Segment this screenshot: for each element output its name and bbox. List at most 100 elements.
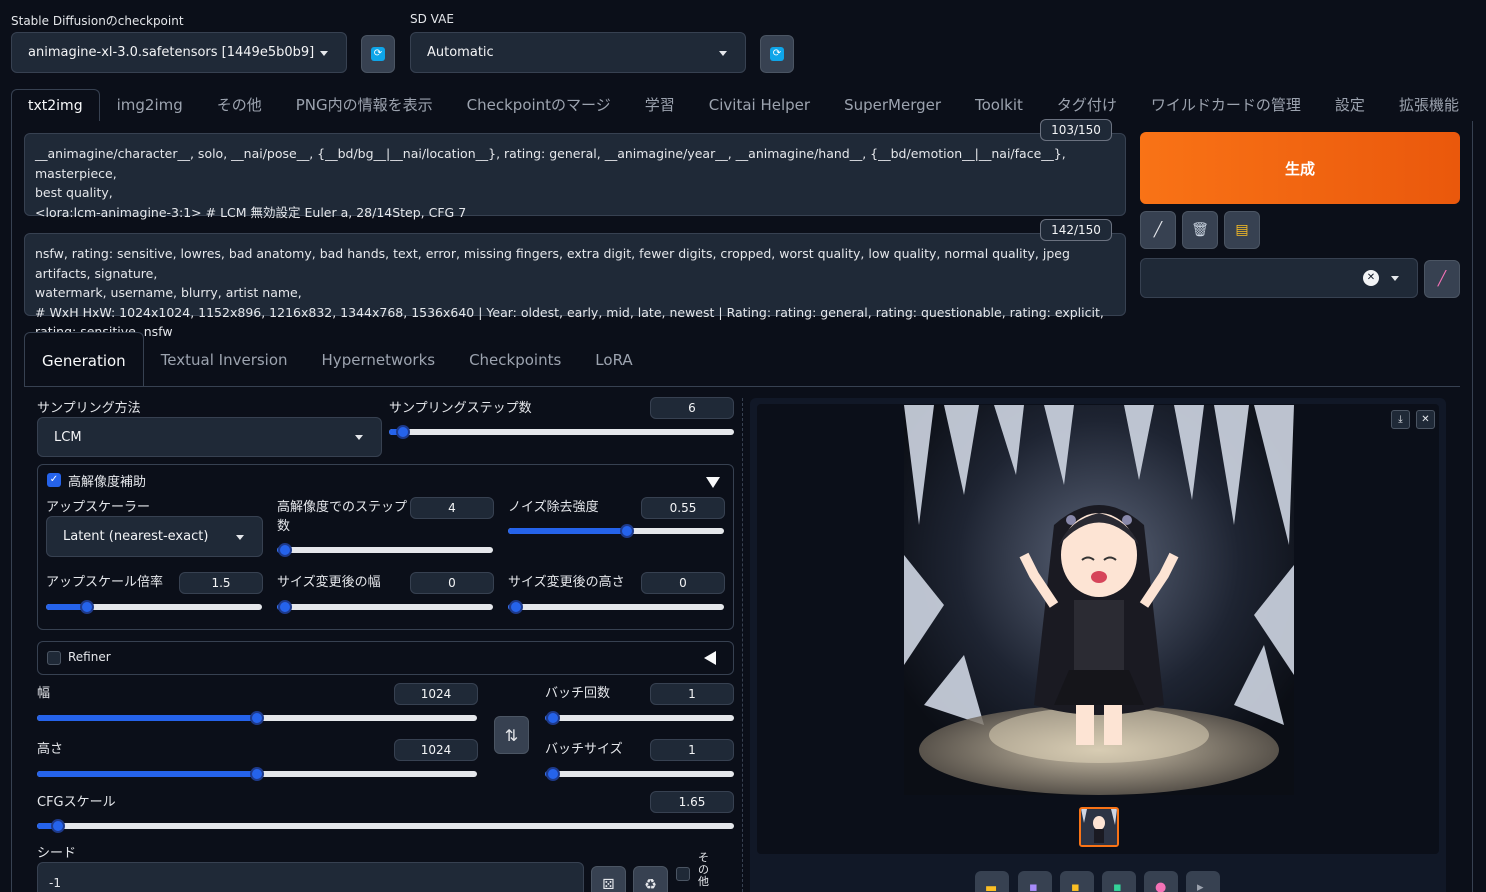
seed-value: -1 [49, 876, 61, 890]
tab-1[interactable]: img2img [100, 89, 200, 121]
refiner-label: Refiner [68, 650, 111, 664]
denoise-slider[interactable] [508, 524, 724, 538]
zip-icon: ▪ [1071, 880, 1080, 892]
subtab-1[interactable]: Textual Inversion [144, 332, 305, 386]
width-slider[interactable] [37, 711, 477, 725]
sampling-steps-input[interactable]: 6 [650, 397, 734, 419]
refiner-checkbox[interactable] [47, 651, 61, 665]
read-params-button[interactable]: ╱ [1140, 211, 1176, 249]
extra-seed-checkbox[interactable] [676, 867, 690, 881]
subtab-2[interactable]: Hypernetworks [305, 332, 453, 386]
thumbnail[interactable] [1079, 807, 1119, 847]
close-icon[interactable]: ✕ [1416, 410, 1435, 429]
send-to-extras-button[interactable]: ▸ [1186, 871, 1220, 892]
clear-prompt-button[interactable]: 🗑 [1182, 211, 1218, 249]
resize-height-label: サイズ変更後の高さ [508, 575, 625, 590]
denoise-label: ノイズ除去強度 [508, 500, 599, 515]
chevron-down-icon [320, 50, 328, 56]
arrow-icon: ▸ [1197, 880, 1204, 892]
resize-width-label: サイズ変更後の幅 [277, 575, 381, 590]
batch-size-slider[interactable] [545, 767, 734, 781]
cfg-scale-label: CFGスケール [37, 795, 116, 810]
pencil-icon: ╱ [1153, 222, 1163, 238]
zip-button[interactable]: ▪ [1060, 871, 1094, 892]
swap-dimensions-button[interactable]: ⇅ [494, 716, 529, 754]
tab-11[interactable]: 設定 [1318, 89, 1382, 121]
sampling-steps-slider[interactable] [389, 425, 734, 439]
generate-button[interactable]: 生成 [1140, 132, 1460, 204]
upscale-factor-slider[interactable] [46, 600, 262, 614]
seed-label: シード [37, 846, 77, 861]
image-icon: ▪ [1113, 880, 1122, 892]
resize-height-input[interactable]: 0 [641, 572, 725, 594]
save-icon: ▪ [1029, 880, 1038, 892]
edit-styles-button[interactable]: ╱ [1424, 260, 1460, 298]
seed-input[interactable]: -1 [37, 862, 584, 892]
height-slider[interactable] [37, 767, 477, 781]
prompt-line: best quality, [35, 185, 113, 200]
tab-6[interactable]: Civitai Helper [692, 89, 827, 121]
width-input[interactable]: 1024 [394, 683, 478, 705]
upscaler-value: Latent (nearest-exact) [63, 529, 209, 544]
style-apply-button[interactable]: ▤ [1224, 211, 1260, 249]
folder-icon: ▬ [985, 881, 998, 892]
checkpoint-refresh-button[interactable]: ⟳ [361, 35, 395, 73]
denoise-input[interactable]: 0.55 [641, 497, 725, 519]
clear-icon[interactable]: ✕ [1363, 270, 1379, 286]
resize-width-input[interactable]: 0 [410, 572, 494, 594]
generated-image[interactable] [904, 405, 1294, 795]
height-input[interactable]: 1024 [394, 739, 478, 761]
hires-fix-checkbox[interactable]: ✓ [47, 473, 61, 487]
hires-steps-input[interactable]: 4 [410, 497, 494, 519]
hires-steps-slider[interactable] [277, 543, 493, 557]
save-button[interactable]: ▪ [1018, 871, 1052, 892]
open-folder-button[interactable]: ▬ [975, 871, 1009, 892]
clipboard-icon: ▤ [1235, 222, 1249, 238]
positive-token-counter: 103/150 [1040, 119, 1112, 141]
prompt-line: <lora:lcm-animagine-3:1> # LCM 無効設定 Eule… [35, 204, 467, 220]
prompt-line: watermark, username, blurry, artist name… [35, 285, 302, 300]
batch-count-slider[interactable] [545, 711, 734, 725]
cfg-scale-slider[interactable] [37, 819, 734, 833]
tab-8[interactable]: Toolkit [958, 89, 1040, 121]
vae-refresh-button[interactable]: ⟳ [760, 35, 794, 73]
random-seed-button[interactable]: ⚄ [591, 866, 626, 892]
reuse-seed-button[interactable]: ♻ [633, 866, 668, 892]
batch-size-label: バッチサイズ [545, 742, 623, 757]
tab-5[interactable]: 学習 [628, 89, 692, 121]
subtab-4[interactable]: LoRA [578, 332, 649, 386]
send-to-img2img-button[interactable]: ▪ [1102, 871, 1136, 892]
subtab-3[interactable]: Checkpoints [452, 332, 578, 386]
subtab-0[interactable]: Generation [24, 332, 144, 386]
tab-7[interactable]: SuperMerger [827, 89, 958, 121]
cfg-scale-input[interactable]: 1.65 [650, 791, 734, 813]
positive-prompt[interactable]: __animagine/character__, solo, __nai/pos… [24, 133, 1126, 220]
tab-0[interactable]: txt2img [11, 89, 100, 121]
tab-3[interactable]: PNG内の情報を表示 [279, 89, 450, 121]
tab-2[interactable]: その他 [200, 89, 279, 121]
tab-4[interactable]: Checkpointのマージ [450, 89, 628, 121]
vae-dropdown[interactable]: Automatic [410, 32, 746, 73]
send-to-inpaint-button[interactable]: ● [1144, 871, 1178, 892]
tab-9[interactable]: タグ付け [1040, 89, 1134, 121]
recycle-icon: ♻ [644, 877, 657, 892]
tab-12[interactable]: 拡張機能 [1382, 89, 1476, 121]
sampling-steps-label: サンプリングステップ数 [389, 401, 532, 416]
subtabs-divider [24, 386, 1460, 387]
checkpoint-dropdown[interactable]: animagine-xl-3.0.safetensors [1449e5b0b9… [11, 32, 347, 73]
styles-dropdown[interactable]: ✕ [1140, 258, 1418, 298]
chevron-down-icon [355, 435, 363, 440]
collapse-icon[interactable] [706, 477, 720, 488]
upscaler-dropdown[interactable]: Latent (nearest-exact) [46, 516, 263, 557]
dice-icon: ⚄ [602, 877, 615, 892]
sampling-method-dropdown[interactable]: LCM [37, 417, 382, 457]
batch-size-input[interactable]: 1 [650, 739, 734, 761]
resize-height-slider[interactable] [508, 600, 724, 614]
download-icon[interactable]: ⤓ [1391, 410, 1410, 429]
negative-prompt[interactable]: nsfw, rating: sensitive, lowres, bad ana… [24, 233, 1126, 339]
batch-count-input[interactable]: 1 [650, 683, 734, 705]
tab-10[interactable]: ワイルドカードの管理 [1134, 89, 1318, 121]
upscale-factor-input[interactable]: 1.5 [179, 572, 263, 594]
resize-width-slider[interactable] [277, 600, 493, 614]
expand-icon[interactable] [704, 651, 716, 665]
